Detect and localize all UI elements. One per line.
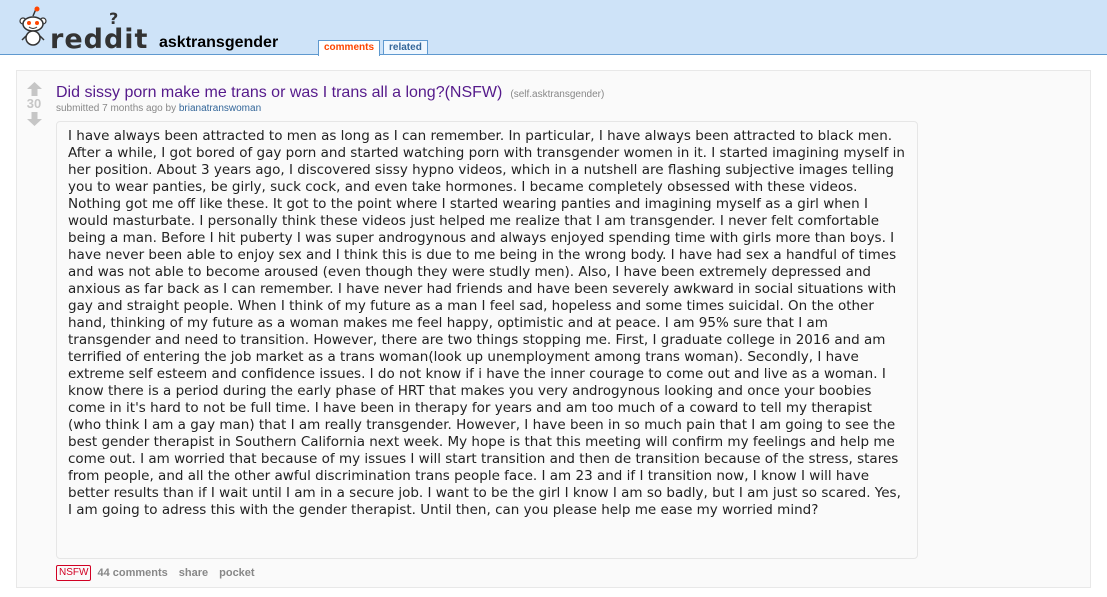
upvote-arrow-icon[interactable]: [26, 82, 42, 96]
post-body: I have always been attracted to men as l…: [56, 121, 918, 559]
share-button[interactable]: share: [179, 567, 208, 579]
alien-icon: [19, 6, 47, 46]
nsfw-badge: NSFW: [56, 565, 92, 581]
reddit-logo[interactable]: ? reddit: [18, 6, 147, 53]
subreddit-name[interactable]: asktransgender: [159, 34, 278, 52]
pocket-button[interactable]: pocket: [219, 567, 254, 579]
post-actions: NSFW 44 comments share pocket: [56, 565, 266, 581]
header-bar: ? reddit asktransgender comments related: [0, 0, 1107, 56]
downvote-arrow-icon[interactable]: [26, 112, 42, 126]
tab-menu: comments related: [318, 40, 431, 56]
submitted-text: submitted 7 months ago by: [56, 103, 177, 114]
tab-comments[interactable]: comments: [318, 40, 381, 56]
post-title[interactable]: Did sissy porn make me trans or was I tr…: [56, 84, 502, 101]
logo-wordmark: reddit: [50, 24, 149, 55]
vote-box: 30: [24, 82, 44, 126]
comments-link[interactable]: 44 comments: [97, 567, 167, 579]
post-domain[interactable]: (self.asktransgender): [510, 89, 604, 100]
tab-related[interactable]: related: [383, 40, 428, 54]
post-tagline: submitted 7 months ago by brianatranswom…: [56, 103, 261, 114]
post-body-text: I have always been attracted to men as l…: [68, 128, 905, 518]
post-score: 30: [26, 96, 42, 111]
post-title-line: Did sissy porn make me trans or was I tr…: [56, 84, 604, 102]
author-link[interactable]: brianatranswoman: [179, 103, 261, 114]
